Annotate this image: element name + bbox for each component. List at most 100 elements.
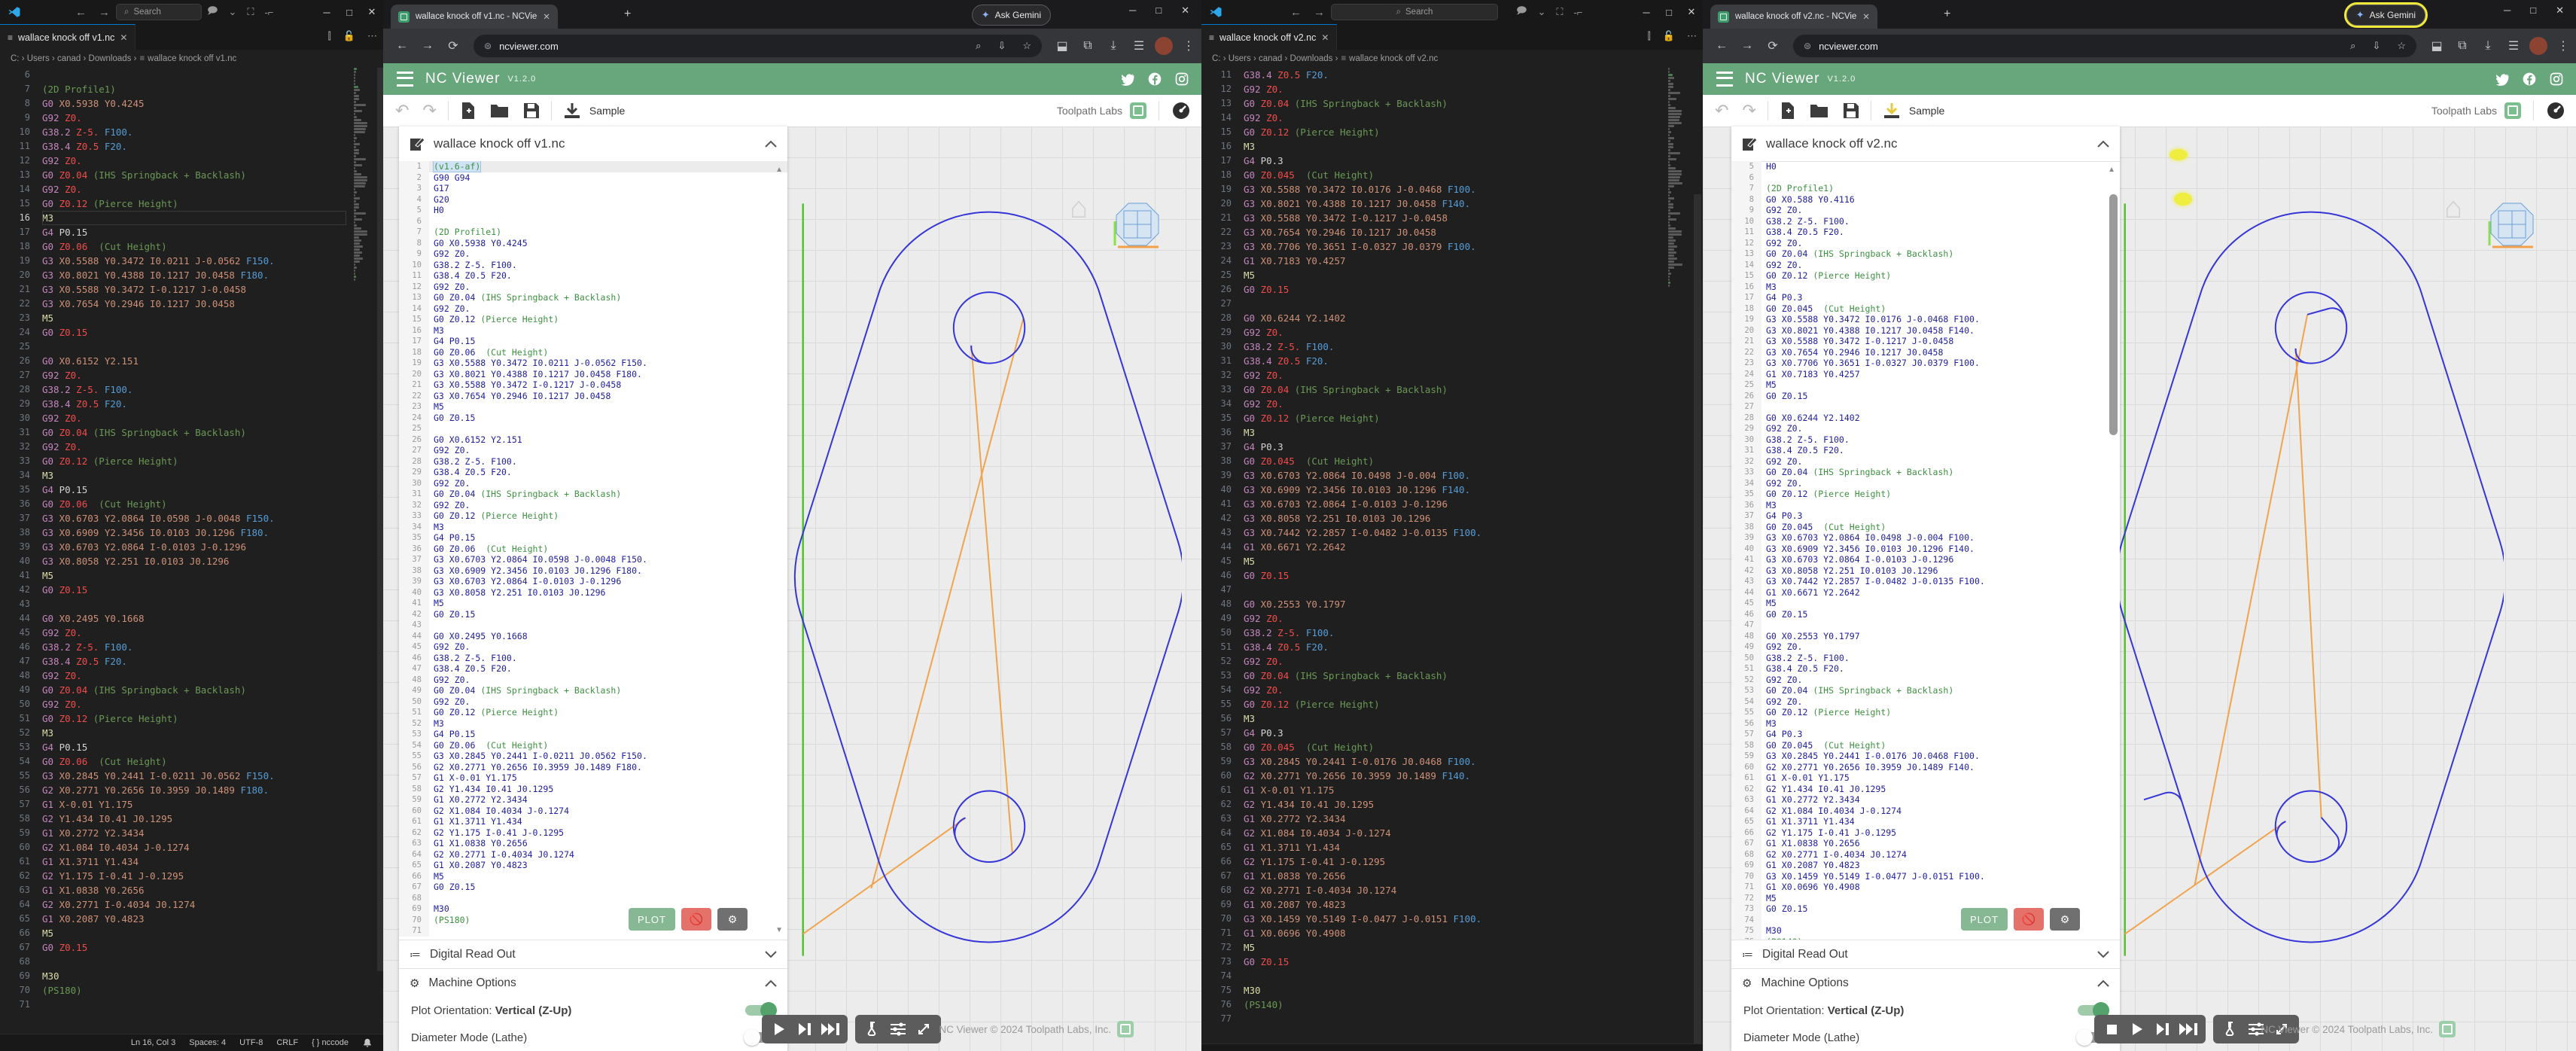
- menu-hamburger-icon[interactable]: [397, 72, 413, 87]
- instagram-icon[interactable]: [2549, 72, 2564, 87]
- step-forward-button[interactable]: [2150, 1015, 2176, 1043]
- tab-v2nc[interactable]: ≡ wallace knock off v2.nc ✕: [1201, 24, 1338, 50]
- digital-read-out-row[interactable]: ≔ Digital Read Out: [1731, 940, 2120, 969]
- collapse-chevron-icon[interactable]: [2097, 979, 2109, 987]
- back-arrow-icon[interactable]: ←: [75, 6, 87, 19]
- speed-sliders-button[interactable]: [885, 1015, 911, 1043]
- minimize-button[interactable]: ─: [1635, 7, 1658, 18]
- minimap[interactable]: [1668, 68, 1691, 1043]
- downloads-icon[interactable]: ⤓: [1101, 39, 1126, 53]
- zoom-icon[interactable]: ⌕: [976, 40, 981, 52]
- downloads-icon[interactable]: ⤓: [2475, 39, 2501, 53]
- scrollbar[interactable]: [1694, 194, 1701, 1043]
- tab-close-icon[interactable]: ✕: [120, 32, 127, 43]
- minimap[interactable]: [354, 68, 376, 1034]
- site-info-icon[interactable]: ⊜: [484, 41, 492, 51]
- open-file-icon[interactable]: [490, 102, 510, 119]
- search-sidebar-icon[interactable]: ⧉: [1075, 39, 1101, 53]
- redo-icon[interactable]: ↷: [422, 101, 436, 120]
- menu-kebab-icon[interactable]: ⋮: [1176, 38, 1201, 53]
- collapse-chevron-icon[interactable]: [2097, 140, 2109, 148]
- search-input[interactable]: ⌕ Search: [1331, 4, 1498, 20]
- unlock-icon[interactable]: 🔓: [343, 30, 355, 42]
- settings-gear-button[interactable]: ⚙: [2050, 908, 2080, 931]
- save-file-icon[interactable]: [523, 102, 540, 119]
- pin-icon[interactable]: -⌐: [1573, 7, 1582, 18]
- expand-chevron-icon[interactable]: [2097, 951, 2109, 958]
- status-spaces[interactable]: Spaces: 4: [189, 1038, 226, 1047]
- plot-orientation-toggle[interactable]: [2078, 1002, 2109, 1019]
- scroll-down-icon[interactable]: ▼: [775, 926, 783, 934]
- pin-icon[interactable]: -⌐: [264, 7, 273, 18]
- machine-options-row[interactable]: ⚙ Machine Options: [1731, 968, 2120, 998]
- status-ln-col[interactable]: Ln 16, Col 3: [131, 1038, 175, 1047]
- chevron-down-icon[interactable]: ⌄: [228, 6, 236, 18]
- ask-gemini-button[interactable]: ✦ Ask Gemini: [971, 5, 1051, 26]
- forward-button[interactable]: →: [1734, 39, 1760, 53]
- digital-read-out-row[interactable]: ≔ Digital Read Out: [399, 940, 787, 969]
- edit-filename-icon[interactable]: [410, 136, 425, 151]
- new-tab-button[interactable]: +: [1944, 8, 1950, 21]
- chevron-down-icon[interactable]: ⌄: [1537, 6, 1545, 18]
- twitter-icon[interactable]: [1120, 72, 1135, 87]
- gauge-icon[interactable]: [1171, 101, 1191, 120]
- toolpath-labs-logo[interactable]: [1130, 102, 1146, 119]
- install-icon[interactable]: ⇩: [997, 40, 1006, 52]
- close-button[interactable]: ✕: [1680, 6, 1703, 18]
- tab-v1nc[interactable]: ≡ wallace knock off v1.nc ✕: [0, 24, 136, 50]
- bookmark-star-icon[interactable]: ☆: [1022, 40, 1031, 52]
- ask-gemini-button[interactable]: ✦ Ask Gemini: [2343, 2, 2428, 28]
- code-editor[interactable]: 11 G38.4 Z0.5 F20. 12 G92 Z0. 13 G0 Z0.04 (IH…: [1201, 68, 1659, 1043]
- facebook-icon[interactable]: [2522, 72, 2537, 87]
- code-editor[interactable]: 6 7 (2D Profile1) 8 G0 X0.5938 Y0.4245 9 G92 …: [0, 68, 346, 1034]
- profile-avatar[interactable]: [1155, 37, 1173, 55]
- settings-gear-button[interactable]: ⚙: [717, 908, 748, 931]
- gcode-text[interactable]: 1 (v1.6-af) 2 G90 G94 3 G17 4 G20 5 H0 6 7 (2D Prof…: [399, 161, 787, 940]
- unlock-icon[interactable]: 🔓: [1663, 30, 1675, 42]
- browser-tab[interactable]: wallace knock off v2.nc - NCVie ✕: [1710, 5, 1877, 29]
- stop-button[interactable]: 🚫: [681, 908, 711, 931]
- gcode-panel-header[interactable]: wallace knock off v1.nc: [399, 126, 787, 162]
- new-file-icon[interactable]: [1780, 102, 1796, 120]
- forward-arrow-icon[interactable]: →: [99, 6, 110, 19]
- scroll-up-icon[interactable]: ▲: [775, 166, 783, 174]
- split-editor-icon[interactable]: ⫿: [328, 30, 331, 42]
- collapse-chevron-icon[interactable]: [765, 140, 777, 148]
- twitter-icon[interactable]: [2495, 72, 2510, 87]
- gauge-icon[interactable]: [2546, 101, 2565, 120]
- status-language[interactable]: { } nccode: [312, 1038, 349, 1047]
- breadcrumb[interactable]: C: › Users › canad › Downloads › ≡ walla…: [1201, 50, 1703, 68]
- fullscreen-expand-button[interactable]: [911, 1015, 936, 1043]
- stop-playback-button[interactable]: [2099, 1015, 2124, 1043]
- minimize-button[interactable]: ─: [1129, 5, 1136, 17]
- reload-button[interactable]: ⟳: [1760, 38, 1786, 53]
- scroll-up-icon[interactable]: ▲: [2108, 166, 2115, 174]
- more-actions-icon[interactable]: ⋯: [1687, 30, 1697, 42]
- bell-icon[interactable]: [362, 1037, 373, 1048]
- reading-list-icon[interactable]: ☰: [2501, 38, 2526, 53]
- stop-button[interactable]: 🚫: [2014, 908, 2044, 931]
- close-button[interactable]: ✕: [2556, 5, 2564, 17]
- simulate-flask-button[interactable]: [2218, 1015, 2243, 1043]
- install-icon[interactable]: ⇩: [2372, 40, 2380, 52]
- minimize-button[interactable]: ─: [315, 7, 338, 18]
- menu-kebab-icon[interactable]: ⋮: [2550, 38, 2576, 53]
- profile-avatar[interactable]: [2529, 37, 2547, 55]
- play-button[interactable]: [766, 1015, 792, 1043]
- play-button[interactable]: [2124, 1015, 2150, 1043]
- breadcrumb[interactable]: C: › Users › canad › Downloads › ≡ walla…: [0, 50, 383, 68]
- maximize-button[interactable]: □: [1156, 5, 1162, 17]
- edit-filename-icon[interactable]: [1742, 136, 1757, 151]
- step-forward-button[interactable]: [792, 1015, 818, 1043]
- layout-icon[interactable]: ⛶: [247, 6, 254, 18]
- menu-hamburger-icon[interactable]: [1716, 72, 1733, 87]
- reading-list-icon[interactable]: ☰: [1126, 38, 1152, 53]
- open-file-icon[interactable]: [1810, 102, 1829, 119]
- expand-chevron-icon[interactable]: [765, 951, 777, 958]
- more-actions-icon[interactable]: ⋯: [367, 30, 377, 42]
- copilot-icon[interactable]: 🗩: [1516, 4, 1527, 20]
- toolpath-labs-label[interactable]: Toolpath Labs: [2431, 105, 2497, 117]
- maximize-button[interactable]: □: [338, 7, 361, 18]
- toolpath-labs-logo[interactable]: [2504, 102, 2521, 119]
- layout-icon[interactable]: ⛶: [1556, 6, 1563, 18]
